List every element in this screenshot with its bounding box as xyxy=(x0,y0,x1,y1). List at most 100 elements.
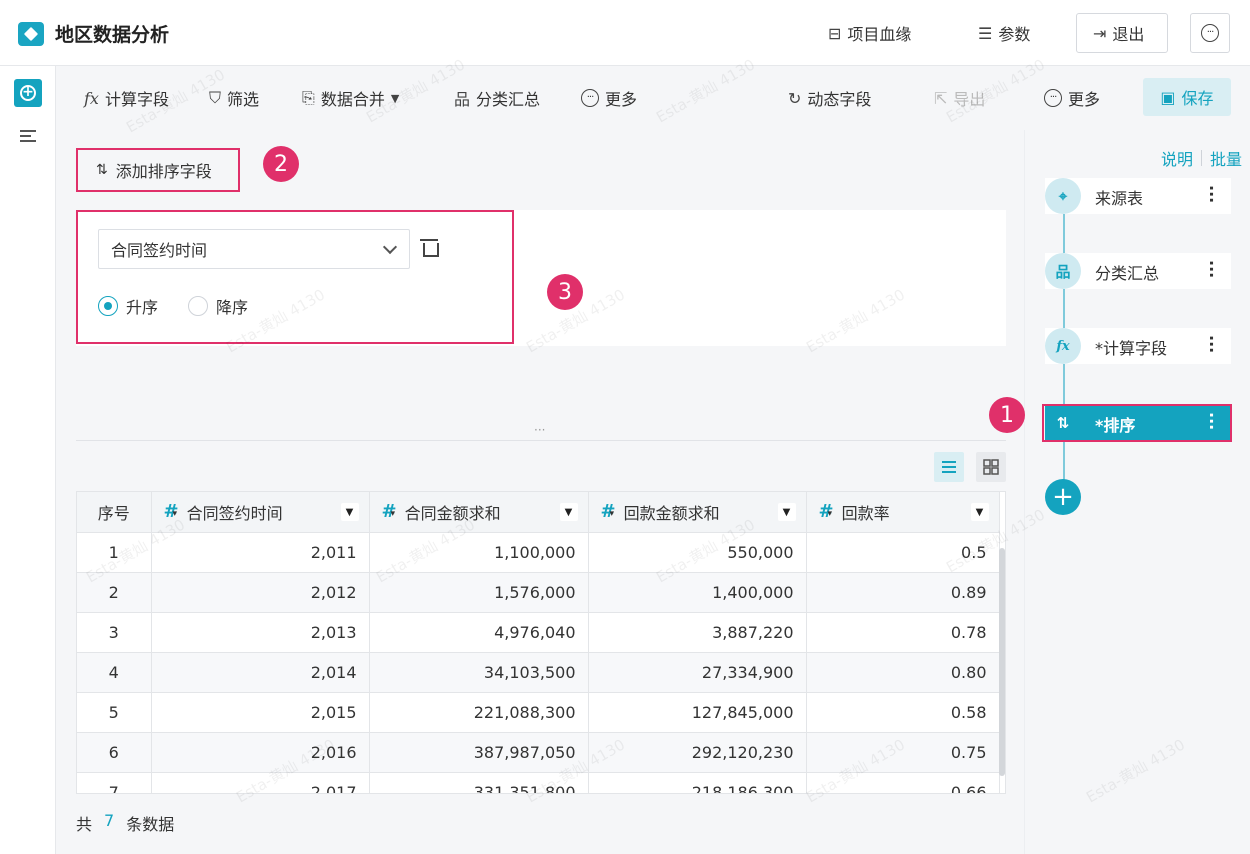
more-right-button[interactable]: ··· 更多 xyxy=(1044,86,1100,110)
sort-config-highlight xyxy=(76,210,514,344)
table-cell: 2,017 xyxy=(151,772,370,793)
summary-button[interactable]: 品 分类汇总 xyxy=(454,86,540,110)
table-row: 3 2,013 4,976,040 3,887,220 0.78 xyxy=(77,612,1000,653)
table-cell: 2,012 xyxy=(151,572,370,613)
step-badge-2: 2 xyxy=(263,146,299,182)
flow-node-summary[interactable]: 品 分类汇总 ··· xyxy=(1045,253,1231,289)
page-title: 地区数据分析 xyxy=(55,24,170,46)
table-cell: 1,400,000 xyxy=(588,572,807,613)
column-dropdown-icon[interactable]: ▼ xyxy=(340,503,359,521)
ellipsis-circle-icon: ··· xyxy=(1044,89,1062,107)
number-type-icon: # xyxy=(819,501,834,522)
table-cell: 221,088,300 xyxy=(369,692,589,733)
table-cell: 2,013 xyxy=(151,612,370,653)
table-cell: 3 xyxy=(77,612,152,653)
exit-icon: ⇥ xyxy=(1093,23,1107,43)
save-icon: ▣ xyxy=(1160,87,1176,107)
calc-field-button[interactable]: fx 计算字段 xyxy=(84,86,169,110)
export-icon: ⇱ xyxy=(934,88,948,108)
merge-label: 数据合并 xyxy=(320,90,385,109)
grid-view-button[interactable] xyxy=(976,452,1006,482)
table-cell: 3,887,220 xyxy=(588,612,807,653)
divider xyxy=(1200,150,1202,166)
table-cell: 0.80 xyxy=(806,652,1000,693)
table-cell: 0.89 xyxy=(806,572,1000,613)
column-header[interactable]: #合同金额求和▼ xyxy=(369,492,589,533)
number-type-icon: # xyxy=(164,501,179,522)
add-sort-field-button[interactable]: ⇅ 添加排序字段 xyxy=(76,148,240,192)
dynamic-field-label: 动态字段 xyxy=(807,90,872,109)
params-label: 参数 xyxy=(998,25,1031,44)
sort-icon: ⇅ xyxy=(96,162,108,178)
project-lineage-button[interactable]: ⊟ 项目血缘 xyxy=(828,13,911,53)
filter-button[interactable]: ⛉ 筛选 xyxy=(209,86,259,110)
column-dropdown-icon[interactable]: ▼ xyxy=(559,503,578,521)
table-row: 6 2,016 387,987,050 292,120,230 0.75 xyxy=(77,732,1000,773)
more-label: 更多 xyxy=(605,90,638,109)
flow-node-source[interactable]: ⌖ 来源表 ··· xyxy=(1045,178,1231,214)
explain-link[interactable]: 说明 xyxy=(1161,146,1193,170)
column-header[interactable]: #合同签约时间▼ xyxy=(151,492,370,533)
table-cell: 27,334,900 xyxy=(588,652,807,693)
plus-circle-icon: + xyxy=(20,85,36,101)
table-cell: 0.5 xyxy=(806,532,1000,573)
export-button[interactable]: ⇱ 导出 xyxy=(934,86,985,110)
hierarchy-icon: 品 xyxy=(454,90,471,109)
exit-button[interactable]: ⇥ 退出 xyxy=(1076,13,1168,53)
fx-icon: fx xyxy=(84,88,99,108)
grid-view-icon xyxy=(983,459,999,475)
kebab-icon[interactable]: ··· xyxy=(1202,185,1221,203)
number-type-icon: # xyxy=(601,501,616,522)
table-row: 1 2,011 1,100,000 550,000 0.5 xyxy=(77,532,1000,573)
column-dropdown-icon[interactable]: ▼ xyxy=(970,503,989,521)
merge-button[interactable]: ⎘ 数据合并 ▼ xyxy=(302,86,399,110)
calc-field-label: 计算字段 xyxy=(104,90,169,109)
list-view-icon xyxy=(942,461,956,473)
list-view-button[interactable] xyxy=(934,452,964,482)
outline-icon[interactable] xyxy=(20,130,36,145)
table-row: 4 2,014 34,103,500 27,334,900 0.80 xyxy=(77,652,1000,693)
kebab-icon[interactable]: ··· xyxy=(1202,335,1221,353)
fx-icon: fx xyxy=(1045,328,1081,364)
table-cell: 34,103,500 xyxy=(369,652,589,693)
table-cell: 2,015 xyxy=(151,692,370,733)
step-badge-3: 3 xyxy=(547,274,583,310)
table-cell: 218,186,300 xyxy=(588,772,807,793)
kebab-icon[interactable]: ··· xyxy=(1202,260,1221,278)
row-count: 共 7 条数据 xyxy=(76,811,175,834)
panel-divider[interactable] xyxy=(76,440,1006,441)
add-sort-field-label: 添加排序字段 xyxy=(115,162,212,181)
flow-node-calc-field[interactable]: fx *计算字段 ··· xyxy=(1045,328,1231,364)
exit-label: 退出 xyxy=(1112,25,1145,44)
column-header[interactable]: #回款金额求和▼ xyxy=(588,492,807,533)
filter-icon: ⛉ xyxy=(209,88,222,107)
save-button[interactable]: ▣ 保存 xyxy=(1143,78,1231,116)
left-rail: + xyxy=(0,66,56,854)
resize-handle[interactable]: ··· xyxy=(534,423,545,437)
project-lineage-label: 项目血缘 xyxy=(847,25,912,44)
table-cell: 7 xyxy=(77,772,152,793)
table-cell: 4,976,040 xyxy=(369,612,589,653)
column-dropdown-icon[interactable]: ▼ xyxy=(777,503,796,521)
table-cell: 2,016 xyxy=(151,732,370,773)
params-button[interactable]: ☰ 参数 xyxy=(978,13,1030,53)
rail-add-button[interactable]: + xyxy=(14,79,42,107)
header-more-button[interactable]: ··· xyxy=(1190,13,1230,53)
ellipsis-circle-icon: ··· xyxy=(581,89,599,107)
add-step-button[interactable]: + xyxy=(1045,479,1081,515)
table-cell: 4 xyxy=(77,652,152,693)
table-cell: 2,011 xyxy=(151,532,370,573)
more-button[interactable]: ··· 更多 xyxy=(581,86,637,110)
params-icon: ☰ xyxy=(978,23,993,43)
table-row: 2 2,012 1,576,000 1,400,000 0.89 xyxy=(77,572,1000,613)
table-cell: 550,000 xyxy=(588,532,807,573)
table-cell: 0.78 xyxy=(806,612,1000,653)
column-header[interactable]: #回款率▼ xyxy=(806,492,1000,533)
hierarchy-icon: 品 xyxy=(1045,253,1081,289)
toolbar: fx 计算字段 ⛉ 筛选 ⎘ 数据合并 ▼ 品 分类汇总 ··· 更多 ↻ 动态… xyxy=(56,66,1250,130)
row-count-number: 7 xyxy=(104,811,115,830)
batch-link[interactable]: 批量 xyxy=(1210,146,1242,170)
table-cell: 2,014 xyxy=(151,652,370,693)
table-scrollbar[interactable] xyxy=(999,548,1005,776)
dynamic-field-button[interactable]: ↻ 动态字段 xyxy=(788,86,871,110)
